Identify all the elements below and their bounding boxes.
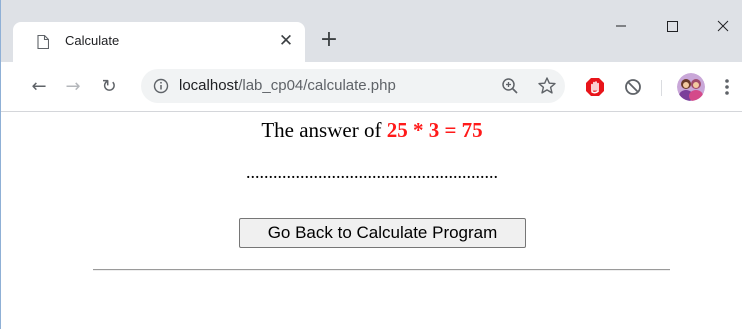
tab-close-icon[interactable]: ✕ (275, 30, 297, 52)
adblock-stop-icon[interactable] (585, 77, 605, 97)
window-minimize-button[interactable] (599, 12, 643, 40)
profile-avatar-icon (677, 73, 705, 101)
url-path: /lab_cp04/calculate.php (238, 77, 396, 94)
zoom-icon[interactable] (501, 77, 519, 95)
toolbar-separator (661, 80, 662, 96)
back-icon[interactable]: ← (27, 75, 51, 99)
browser-toolbar: ← → ↻ localhost/lab_cp04/calculate.php (1, 62, 742, 112)
reload-icon[interactable]: ↻ (97, 75, 121, 99)
answer-expression: 25 * 3 = 75 (386, 118, 483, 142)
close-icon (717, 20, 729, 32)
dotted-line: ........................................… (246, 162, 498, 182)
info-icon[interactable] (153, 78, 169, 94)
url-host: localhost (179, 77, 239, 94)
page-icon (37, 35, 49, 49)
avatar[interactable] (677, 73, 705, 101)
forward-icon[interactable]: → (61, 75, 85, 99)
answer-line: The answer of 25 * 3 = 75 (1, 118, 742, 143)
address-bar[interactable]: localhost/lab_cp04/calculate.php (141, 69, 565, 103)
horizontal-rule (93, 269, 670, 271)
window-close-button[interactable] (701, 12, 742, 40)
window-maximize-button[interactable] (650, 12, 694, 40)
go-back-button[interactable]: Go Back to Calculate Program (239, 218, 526, 248)
browser-window: Calculate ✕ + ← → ↻ localhost/lab_cp04/c… (0, 0, 742, 329)
tab-title: Calculate (65, 33, 120, 48)
answer-prefix: The answer of (261, 118, 387, 142)
url-text[interactable]: localhost/lab_cp04/calculate.php (179, 77, 396, 94)
tab-calculate[interactable]: Calculate ✕ (13, 22, 305, 62)
new-tab-button[interactable]: + (317, 29, 341, 53)
star-icon[interactable] (537, 76, 557, 96)
page-content: The answer of 25 * 3 = 75 ..............… (1, 112, 742, 329)
tab-strip: Calculate ✕ + (1, 0, 742, 62)
maximize-icon (667, 21, 678, 32)
minimize-icon (616, 25, 626, 27)
kebab-menu-icon[interactable] (717, 76, 737, 98)
block-icon[interactable] (623, 77, 643, 97)
